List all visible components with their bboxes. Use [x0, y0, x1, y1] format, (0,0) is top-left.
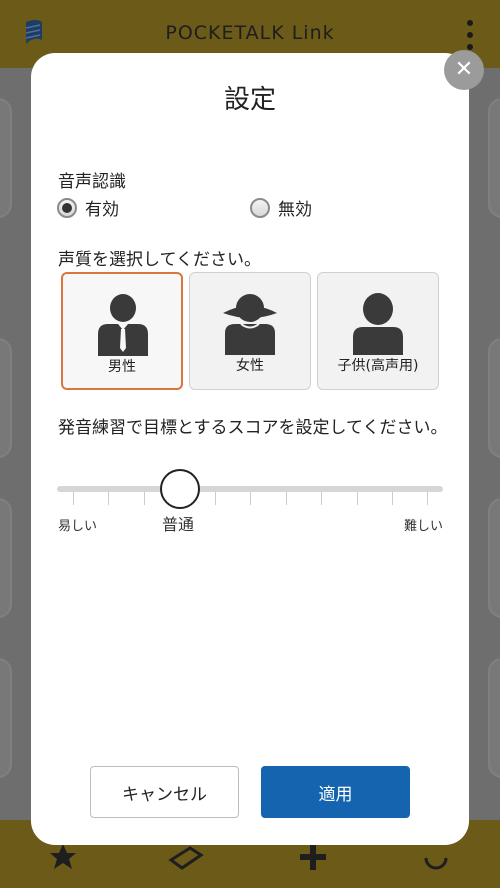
star-icon[interactable]	[48, 842, 78, 872]
child-person-icon	[353, 293, 403, 355]
slider-tick	[427, 492, 428, 505]
radio-unchecked-icon[interactable]	[250, 197, 270, 218]
refresh-icon[interactable]	[420, 842, 452, 872]
speech-recognition-disabled-radio[interactable]: 無効	[250, 195, 312, 220]
slider-tick	[321, 492, 322, 505]
slider-tick	[108, 492, 109, 505]
slider-current-label: 普通	[162, 515, 195, 534]
male-person-icon	[98, 294, 148, 356]
voice-option-female[interactable]: 女性	[189, 272, 311, 390]
slider-tick	[215, 492, 216, 505]
background-card	[0, 498, 12, 618]
slider-min-label: 易しい	[58, 519, 98, 534]
background-card	[488, 98, 500, 218]
background-card	[488, 658, 500, 778]
close-icon[interactable]: ✕	[444, 50, 484, 90]
background-card	[0, 658, 12, 778]
voice-option-label: 子供(高声用)	[337, 358, 419, 374]
radio-label: 無効	[278, 200, 312, 220]
voice-option-label: 男性	[108, 359, 136, 375]
background-card	[0, 98, 12, 218]
cancel-button[interactable]: キャンセル	[90, 766, 239, 818]
background-card	[488, 338, 500, 458]
voice-option-male[interactable]: 男性	[61, 272, 183, 390]
score-slider-thumb[interactable]	[160, 469, 200, 509]
settings-dialog: 設定 音声認識 有効 無効 声質を選択してください。 男性 女性 子供(高声用)…	[31, 53, 469, 845]
more-menu-icon[interactable]	[464, 20, 476, 50]
slider-tick	[73, 492, 74, 505]
background-card	[488, 498, 500, 618]
slider-tick	[392, 492, 393, 505]
plus-icon[interactable]	[298, 842, 328, 872]
voice-option-label: 女性	[236, 358, 264, 374]
speech-recognition-label: 音声認識	[58, 172, 126, 192]
speech-recognition-enabled-radio[interactable]: 有効	[57, 195, 119, 220]
slider-tick	[250, 492, 251, 505]
background-card	[0, 338, 12, 458]
female-person-icon	[223, 294, 277, 355]
voice-select-label: 声質を選択してください。	[58, 250, 261, 270]
dialog-title: 設定	[223, 85, 276, 115]
slider-tick	[357, 492, 358, 505]
voice-option-child[interactable]: 子供(高声用)	[317, 272, 439, 390]
app-title: POCKETALK Link	[165, 22, 335, 44]
apply-button[interactable]: 適用	[261, 766, 410, 818]
slider-tick	[286, 492, 287, 505]
slider-max-label: 難しい	[403, 519, 443, 534]
slider-tick	[144, 492, 145, 505]
radio-checked-icon[interactable]	[57, 197, 77, 218]
radio-label: 有効	[85, 200, 119, 220]
book-icon[interactable]	[168, 842, 204, 872]
target-score-label: 発音練習で目標とするスコアを設定してください。	[58, 418, 448, 438]
